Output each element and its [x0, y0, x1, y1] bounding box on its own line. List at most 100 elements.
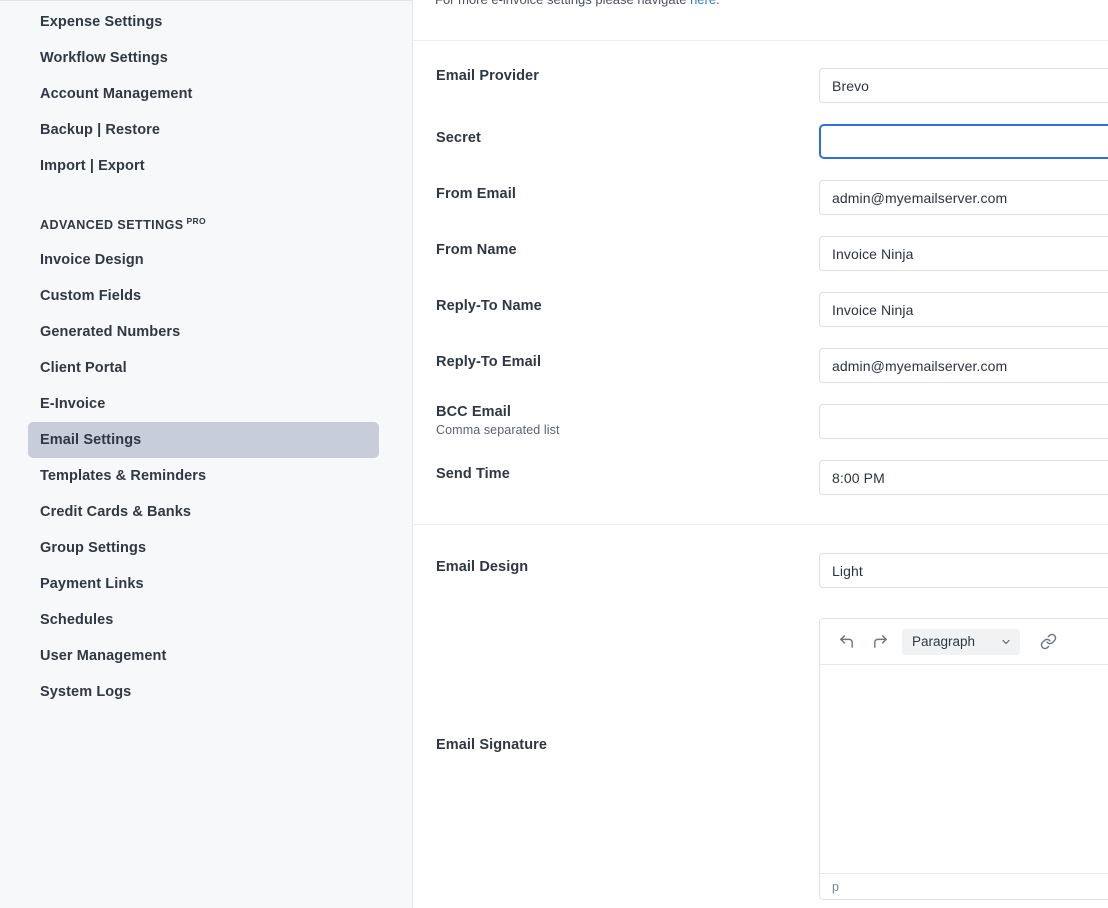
- label-from-name: From Name: [413, 236, 819, 258]
- sidebar-item-invoice-design[interactable]: Invoice Design: [28, 242, 379, 278]
- redo-icon[interactable]: [868, 630, 892, 654]
- control-email-design: Light: [819, 553, 1108, 588]
- row-send-time: Send Time 8:00 PM: [413, 439, 1108, 524]
- sidebar-spacer: [0, 184, 412, 206]
- control-reply-to-name: Invoice Ninja: [819, 292, 1108, 327]
- secret-input[interactable]: [819, 124, 1108, 159]
- from-email-input[interactable]: admin@myemailserver.com: [819, 180, 1108, 215]
- sidebar-nav-basic: Expense Settings Workflow Settings Accou…: [0, 0, 412, 184]
- sidebar-item-label: Generated Numbers: [40, 324, 180, 340]
- sidebar-nav-advanced: Invoice Design Custom Fields Generated N…: [0, 238, 412, 710]
- sidebar-item-label: E-Invoice: [40, 396, 105, 412]
- label-email-provider: Email Provider: [413, 68, 819, 84]
- sidebar-item-label: Templates & Reminders: [40, 468, 206, 484]
- control-from-email: admin@myemailserver.com: [819, 180, 1108, 215]
- sidebar-item-generated-numbers[interactable]: Generated Numbers: [28, 314, 379, 350]
- row-secret: Secret: [413, 103, 1108, 159]
- sidebar-item-workflow-settings[interactable]: Workflow Settings: [28, 40, 379, 76]
- link-icon[interactable]: [1036, 630, 1060, 654]
- sidebar-item-import-export[interactable]: Import | Export: [28, 148, 379, 184]
- undo-icon[interactable]: [834, 630, 858, 654]
- editor-status-bar: p: [820, 873, 1108, 899]
- label-email-signature: Email Signature: [413, 618, 819, 753]
- email-design-select[interactable]: Light: [819, 553, 1108, 588]
- chevron-down-icon: [1000, 636, 1012, 648]
- reply-to-email-input[interactable]: admin@myemailserver.com: [819, 348, 1108, 383]
- sidebar-item-schedules[interactable]: Schedules: [28, 602, 379, 638]
- sidebar-item-label: Import | Export: [40, 158, 145, 174]
- e-invoice-notice-text: For more e-invoice settings please navig…: [435, 0, 720, 7]
- sidebar-item-custom-fields[interactable]: Custom Fields: [28, 278, 379, 314]
- settings-sidebar: Expense Settings Workflow Settings Accou…: [0, 0, 413, 908]
- sidebar-item-label: Workflow Settings: [40, 50, 168, 66]
- sidebar-item-user-management[interactable]: User Management: [28, 638, 379, 674]
- sidebar-item-label: Schedules: [40, 612, 113, 628]
- row-from-email: From Email admin@myemailserver.com: [413, 159, 1108, 215]
- notice-text-after: .: [716, 0, 720, 7]
- control-email-signature: Paragraph: [819, 618, 1108, 900]
- sidebar-item-backup-restore[interactable]: Backup | Restore: [28, 112, 379, 148]
- control-secret: [819, 124, 1108, 159]
- email-design-form-group: Email Design Light Email Signature: [413, 525, 1108, 900]
- sidebar-item-label: Invoice Design: [40, 252, 144, 268]
- editor-toolbar: Paragraph: [820, 619, 1108, 665]
- sidebar-item-expense-settings[interactable]: Expense Settings: [28, 4, 379, 40]
- control-reply-to-email: admin@myemailserver.com: [819, 348, 1108, 383]
- sidebar-section-label: ADVANCED SETTINGS: [40, 218, 184, 232]
- sidebar-item-label: System Logs: [40, 684, 131, 700]
- email-signature-editor[interactable]: Paragraph: [819, 618, 1108, 900]
- label-from-email: From Email: [413, 180, 819, 202]
- sidebar-item-label: Email Settings: [40, 432, 141, 448]
- bcc-email-label-text: BCC Email: [436, 404, 511, 420]
- sidebar-item-templates-reminders[interactable]: Templates & Reminders: [28, 458, 379, 494]
- sidebar-item-label: User Management: [40, 648, 166, 664]
- row-email-provider: Email Provider Brevo: [413, 41, 1108, 103]
- e-invoice-settings-link[interactable]: here: [690, 0, 716, 7]
- sidebar-item-credit-cards-banks[interactable]: Credit Cards & Banks: [28, 494, 379, 530]
- sidebar-item-client-portal[interactable]: Client Portal: [28, 350, 379, 386]
- sidebar-item-label: Credit Cards & Banks: [40, 504, 191, 520]
- sidebar-item-label: Backup | Restore: [40, 122, 160, 138]
- row-email-signature: Email Signature: [413, 588, 1108, 900]
- e-invoice-notice-strip: For more e-invoice settings please navig…: [413, 0, 1108, 41]
- bcc-email-help-text: Comma separated list: [436, 423, 819, 437]
- email-signature-content[interactable]: [820, 665, 1108, 873]
- editor-element-path: p: [832, 880, 839, 894]
- label-reply-to-name: Reply-To Name: [413, 292, 819, 314]
- sidebar-top-divider: [0, 0, 412, 1]
- sidebar-item-label: Group Settings: [40, 540, 146, 556]
- row-email-design: Email Design Light: [413, 525, 1108, 588]
- email-settings-panel: For more e-invoice settings please navig…: [413, 0, 1108, 908]
- sidebar-item-e-invoice[interactable]: E-Invoice: [28, 386, 379, 422]
- sidebar-item-label: Custom Fields: [40, 288, 141, 304]
- bcc-email-input[interactable]: [819, 404, 1108, 439]
- from-name-input[interactable]: Invoice Ninja: [819, 236, 1108, 271]
- sidebar-item-label: Payment Links: [40, 576, 144, 592]
- label-secret: Secret: [413, 124, 819, 146]
- control-bcc-email: [819, 404, 1108, 439]
- pro-badge: PRO: [187, 216, 206, 226]
- settings-page: Expense Settings Workflow Settings Accou…: [0, 0, 1108, 908]
- label-reply-to-email: Reply-To Email: [413, 348, 819, 370]
- sidebar-item-label: Expense Settings: [40, 14, 162, 30]
- control-send-time: 8:00 PM: [819, 460, 1108, 495]
- row-reply-to-name: Reply-To Name Invoice Ninja: [413, 271, 1108, 327]
- label-send-time: Send Time: [413, 460, 819, 482]
- email-provider-select[interactable]: Brevo: [819, 68, 1108, 103]
- sidebar-item-account-management[interactable]: Account Management: [28, 76, 379, 112]
- sidebar-item-payment-links[interactable]: Payment Links: [28, 566, 379, 602]
- control-email-provider: Brevo: [819, 68, 1108, 103]
- sidebar-item-label: Account Management: [40, 86, 192, 102]
- sidebar-item-email-settings[interactable]: Email Settings: [28, 422, 379, 458]
- reply-to-name-input[interactable]: Invoice Ninja: [819, 292, 1108, 327]
- block-format-label: Paragraph: [912, 634, 975, 649]
- row-bcc-email: BCC Email Comma separated list: [413, 383, 1108, 439]
- control-from-name: Invoice Ninja: [819, 236, 1108, 271]
- block-format-select[interactable]: Paragraph: [902, 629, 1020, 655]
- sidebar-item-label: Client Portal: [40, 360, 127, 376]
- send-time-select[interactable]: 8:00 PM: [819, 460, 1108, 495]
- sidebar-item-system-logs[interactable]: System Logs: [28, 674, 379, 710]
- sidebar-item-group-settings[interactable]: Group Settings: [28, 530, 379, 566]
- sidebar-section-advanced-settings: ADVANCED SETTINGS PRO: [28, 206, 384, 238]
- row-from-name: From Name Invoice Ninja: [413, 215, 1108, 271]
